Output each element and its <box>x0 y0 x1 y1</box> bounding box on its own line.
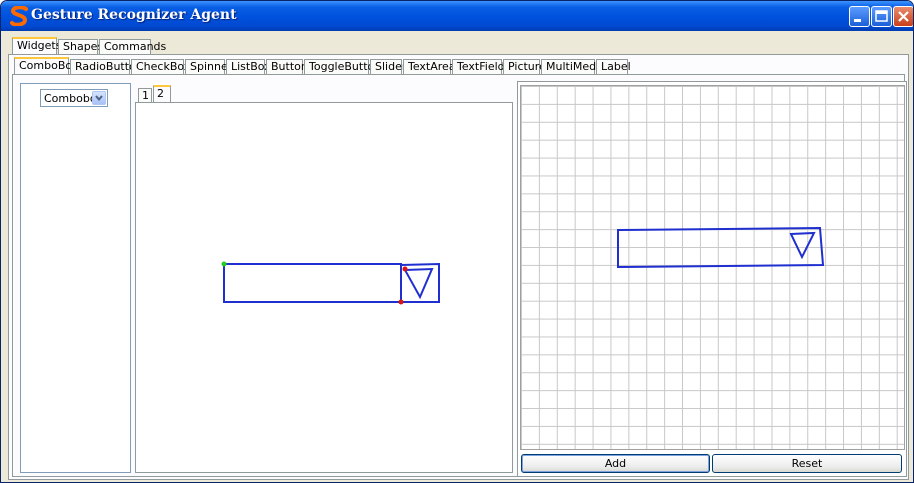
tab-radiobutton[interactable]: RadioButton <box>70 59 143 74</box>
tab-checkbox[interactable]: CheckBox <box>131 59 190 74</box>
combobox-widget[interactable]: Combobox <box>40 89 108 107</box>
tab-textfield[interactable]: TextField <box>452 59 505 74</box>
tab-commands[interactable]: Commands <box>99 39 166 54</box>
s-logo-icon <box>10 6 28 26</box>
tab-spinner[interactable]: Spinner <box>185 59 232 74</box>
app-window: Gesture Recognizer Agent Widgets Shapes … <box>0 0 914 483</box>
title-bar[interactable]: Gesture Recognizer Agent <box>1 1 913 31</box>
chevron-down-icon <box>95 95 103 102</box>
tab-widgets[interactable]: Widgets <box>12 37 61 54</box>
tab-button[interactable]: Button <box>266 59 308 74</box>
close-icon <box>898 11 909 22</box>
tab-togglebutton[interactable]: ToggleButton <box>304 59 381 74</box>
start-point-marker <box>221 261 227 267</box>
sample-tab-1[interactable]: 1 <box>138 88 152 102</box>
maximize-icon <box>875 10 888 22</box>
maximize-button[interactable] <box>871 6 892 27</box>
widget-preview-panel <box>20 83 131 473</box>
minimize-icon <box>854 19 861 22</box>
tab-listbox[interactable]: ListBox <box>226 59 271 74</box>
sample-tab-2[interactable]: 2 <box>153 85 171 102</box>
combobox-dropdown-button[interactable] <box>92 91 106 105</box>
tab-picture[interactable]: Picture <box>503 59 546 74</box>
recognized-shape <box>617 226 825 269</box>
close-button[interactable] <box>893 6 913 27</box>
reset-button[interactable]: Reset <box>712 454 902 473</box>
tab-slider[interactable]: Slider <box>370 59 406 74</box>
end-point-marker <box>402 266 408 272</box>
tab-label[interactable]: Label <box>596 59 631 74</box>
tab-combobox[interactable]: ComboBox <box>14 57 78 74</box>
tab-shapes[interactable]: Shapes <box>58 39 103 54</box>
add-button[interactable]: Add <box>521 454 710 473</box>
window-title: Gesture Recognizer Agent <box>31 7 237 23</box>
minimize-button[interactable] <box>849 6 870 27</box>
end-point-marker <box>398 299 404 305</box>
gesture-sketch <box>221 261 440 305</box>
tab-multimedia[interactable]: MultiMedia <box>541 59 606 74</box>
tab-textarea[interactable]: TextArea <box>403 59 456 74</box>
